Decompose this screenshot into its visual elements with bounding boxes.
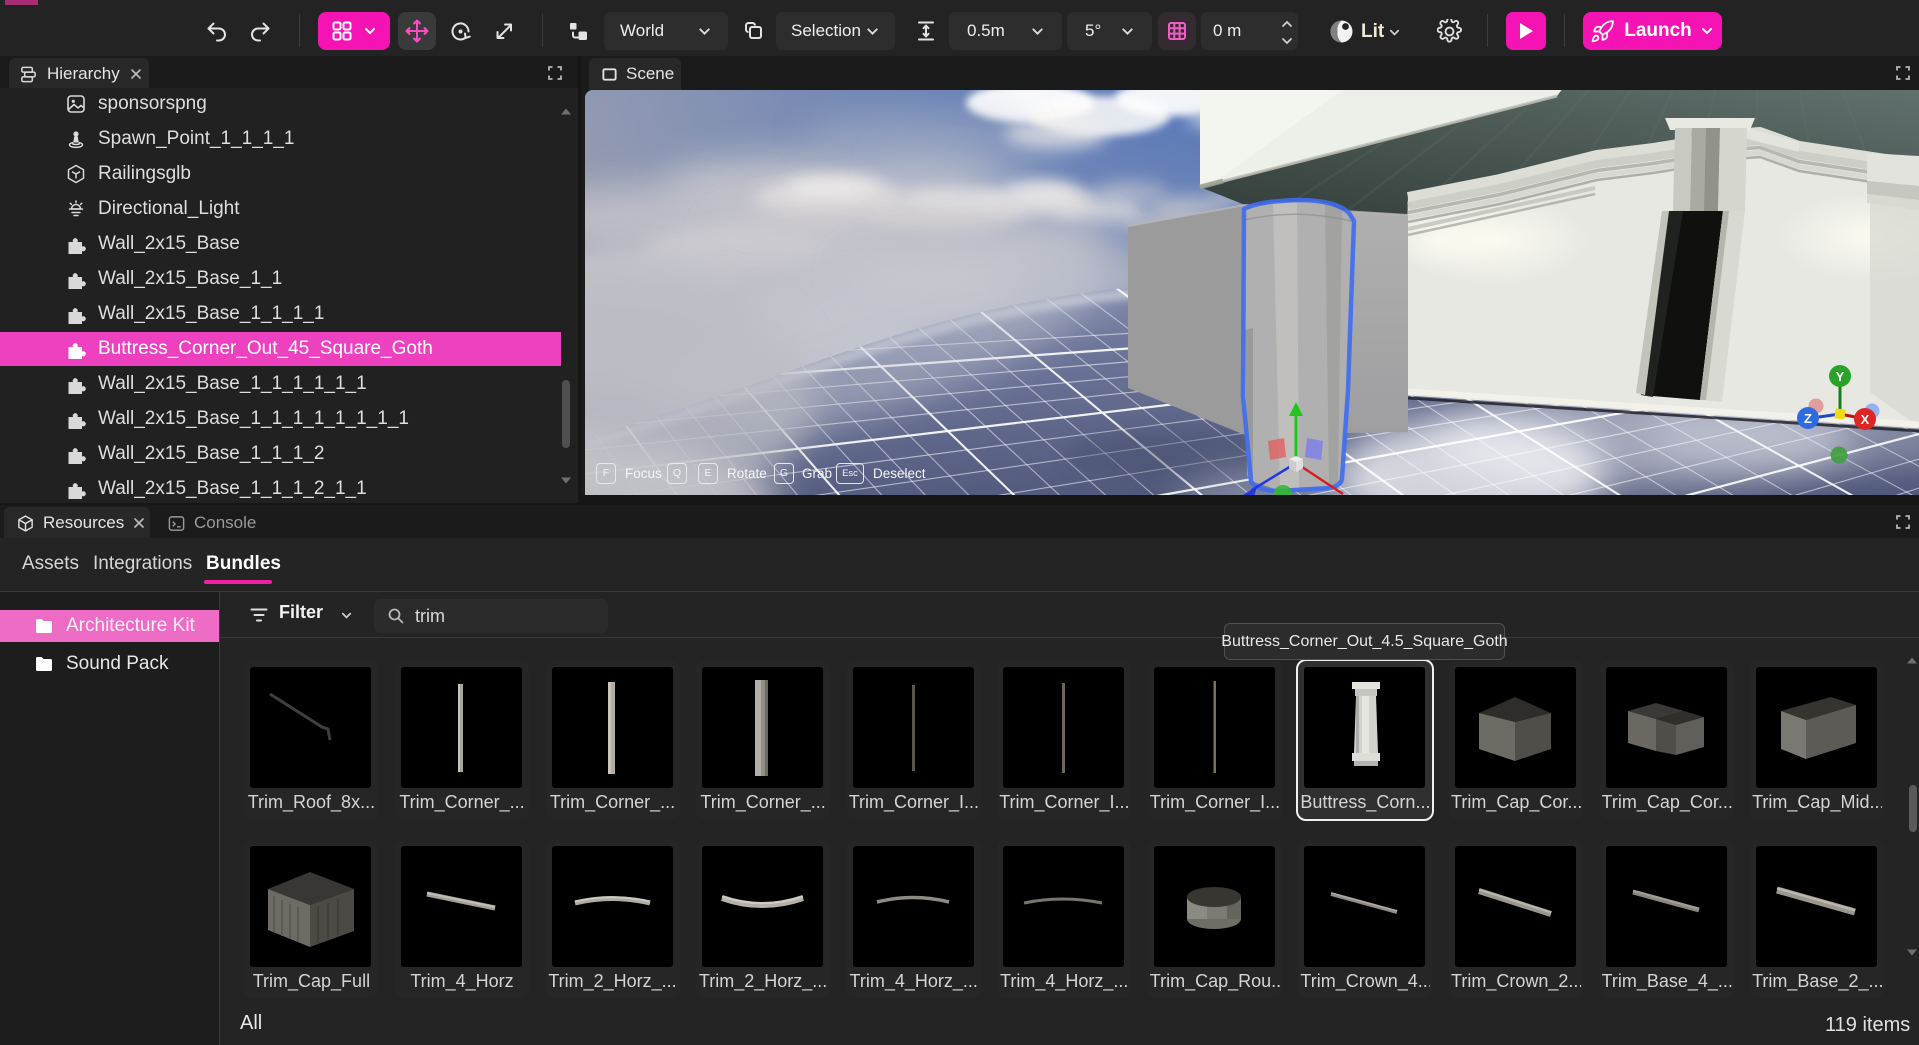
svg-text:Y: Y — [1836, 369, 1845, 384]
svg-text:Z: Z — [1804, 411, 1812, 426]
svg-text:X: X — [1861, 412, 1870, 427]
